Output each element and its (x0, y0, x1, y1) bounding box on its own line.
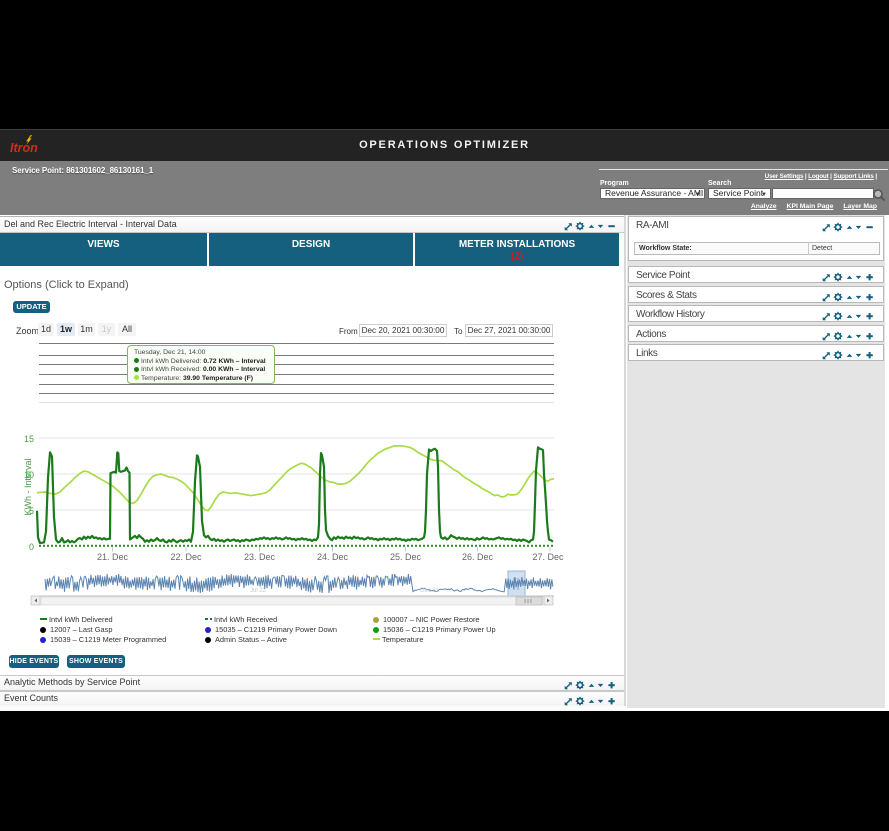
svg-text:Dec 21: Dec 21 (420, 588, 440, 594)
svg-text:Jul 22: Jul 22 (250, 588, 267, 594)
